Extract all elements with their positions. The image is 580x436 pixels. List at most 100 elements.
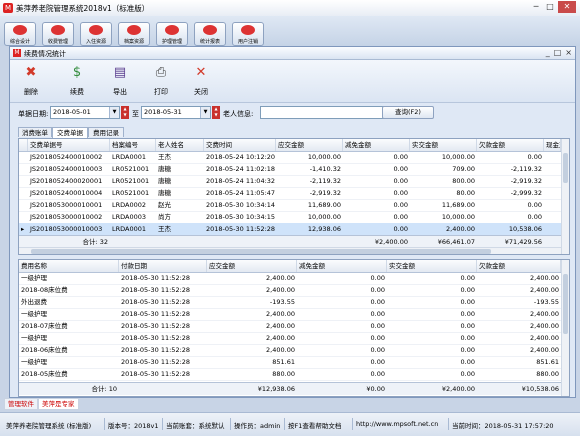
tab-fee-records[interactable]: 费用记录 bbox=[88, 127, 124, 137]
table-cell: 一级护理 bbox=[21, 358, 47, 366]
column-header[interactable]: 费用名称 bbox=[19, 260, 119, 272]
main-toolbar-button[interactable]: 护理管理 bbox=[156, 22, 188, 46]
table-cell: 0.00 bbox=[370, 310, 385, 318]
close-window-icon[interactable]: ✕ bbox=[558, 1, 576, 13]
table-cell: 2018-05-24 11:02:18 bbox=[206, 165, 276, 173]
column-header[interactable]: 减免金额 bbox=[297, 260, 387, 272]
table-cell: 10,000.00 bbox=[307, 153, 341, 161]
status-time: 当前时间：2018-05-31 17:57:20 bbox=[452, 422, 554, 430]
export-button[interactable]: ▤ 导出 bbox=[105, 64, 135, 100]
row-indicator-icon: ▸ bbox=[21, 225, 25, 233]
main-toolbar-button[interactable]: 综合设计 bbox=[4, 22, 36, 46]
main-toolbar-button[interactable]: 档案资源 bbox=[118, 22, 150, 46]
vertical-scrollbar[interactable] bbox=[561, 139, 569, 254]
column-header[interactable]: 档案编号 bbox=[110, 139, 156, 151]
table-cell: 880.00 bbox=[536, 370, 559, 378]
table-cell: 2018-08床位费 bbox=[21, 286, 68, 294]
column-header[interactable]: 付款日期 bbox=[119, 260, 207, 272]
window-maximize-icon[interactable]: □ bbox=[554, 47, 562, 59]
main-toolbar-button[interactable]: 入住资源 bbox=[80, 22, 112, 46]
table-cell: -1,410.32 bbox=[309, 165, 341, 173]
start-date-field[interactable]: 2018-05-01 ▼ bbox=[50, 106, 120, 119]
filter-bar: 单据日期: 2018-05-01 ▼ ▲ ▼ 至 2018-05-31 ▼ ▲ ▼ 老人… bbox=[10, 103, 575, 123]
table-cell: 2,400.00 bbox=[266, 334, 295, 342]
column-header[interactable]: 交费单据号 bbox=[28, 139, 110, 151]
elder-info-input[interactable] bbox=[260, 106, 386, 119]
table-cell bbox=[544, 175, 561, 187]
table-cell: 0.00 bbox=[370, 274, 385, 282]
table-cell: 2018-07床位费 bbox=[21, 322, 68, 330]
status-help: 按F1查看帮助文档 bbox=[288, 422, 342, 430]
column-header[interactable]: 应交金额 bbox=[207, 260, 297, 272]
table-cell: 2,400.00 bbox=[266, 286, 295, 294]
column-header[interactable]: 实交金额 bbox=[410, 139, 477, 151]
vertical-scrollbar[interactable] bbox=[561, 260, 569, 396]
table-cell bbox=[544, 151, 561, 163]
table-cell: 0.00 bbox=[393, 177, 408, 185]
main-toolbar-button[interactable]: 收费管理 bbox=[42, 22, 74, 46]
table-cell: 2,400.00 bbox=[530, 322, 559, 330]
table-cell: 0.00 bbox=[460, 346, 475, 354]
tab-management-software[interactable]: 管理软件 bbox=[4, 398, 38, 410]
status-version: 版本号：2018v1 bbox=[108, 422, 159, 430]
tab-payment-receipts[interactable]: 交费单据 bbox=[52, 127, 88, 138]
dropdown-arrow-icon[interactable]: ▼ bbox=[200, 107, 210, 118]
horizontal-scrollbar[interactable] bbox=[19, 247, 561, 254]
table-cell: -2,119.32 bbox=[510, 165, 542, 173]
table-cell: 一级护理 bbox=[21, 310, 47, 318]
table-cell: JS2018052400020001 bbox=[30, 177, 103, 185]
total-debt: ¥10,538.06 bbox=[521, 385, 559, 393]
table-cell: 2018-05-30 10:34:15 bbox=[206, 213, 276, 221]
column-header[interactable]: 应交金额 bbox=[276, 139, 343, 151]
table-cell: 2018-05-30 11:52:28 bbox=[121, 370, 191, 378]
window-minimize-icon[interactable]: _ bbox=[546, 47, 550, 59]
window-title-bar: M 续费情况统计 _ □ × bbox=[10, 47, 575, 60]
tab-meiping-expert[interactable]: 美萍是专家 bbox=[38, 398, 79, 410]
table-cell: JS2018052400010003 bbox=[30, 165, 103, 173]
end-date-spinner[interactable]: ▲ ▼ bbox=[212, 106, 220, 119]
maximize-icon[interactable]: □ bbox=[544, 1, 556, 13]
column-header[interactable]: 减免金额 bbox=[343, 139, 410, 151]
table-cell: -2,919.32 bbox=[309, 189, 341, 197]
table-cell: 0.00 bbox=[460, 298, 475, 306]
table-cell: 0.00 bbox=[393, 201, 408, 209]
table-cell: 0.00 bbox=[370, 298, 385, 306]
column-header[interactable]: 现金支付 bbox=[544, 139, 561, 151]
table-row[interactable]: 2018-05床位费 2018-05-30 11:52:28 880.00 0.00 0… bbox=[19, 368, 561, 381]
tab-consumption-bills[interactable]: 消费账单 bbox=[18, 127, 52, 137]
print-button[interactable]: ⎙ 打印 bbox=[146, 64, 176, 100]
table-cell: 2,400.00 bbox=[530, 286, 559, 294]
elder-info-label: 老人信息: bbox=[223, 110, 254, 118]
table-cell: 80.00 bbox=[456, 189, 475, 197]
table-cell bbox=[544, 199, 561, 211]
renew-button[interactable]: $ 续费 bbox=[62, 64, 92, 100]
window-toolbar: ✖ 删除 $ 续费 ▤ 导出 ⎙ 打印 ✕ 关闭 bbox=[10, 60, 575, 103]
window-close-icon[interactable]: × bbox=[565, 47, 572, 59]
table-cell: 2018-05-30 11:52:28 bbox=[121, 298, 191, 306]
main-toolbar-button[interactable]: 统计报表 bbox=[194, 22, 226, 46]
query-button[interactable]: 查询(F2) bbox=[382, 106, 434, 119]
column-header[interactable]: 老人姓名 bbox=[156, 139, 204, 151]
delete-icon: ✖ bbox=[25, 65, 37, 80]
table-cell: 2,400.00 bbox=[530, 310, 559, 318]
status-url[interactable]: http://www.mpsoft.net.cn bbox=[356, 420, 438, 428]
fee-details-grid: 费用名称 付款日期 应交金额 减免金额 实交金额 欠款金额 一级护理 2018-0… bbox=[18, 259, 570, 397]
minimize-icon[interactable]: ─ bbox=[530, 1, 542, 13]
column-header[interactable]: 交费时间 bbox=[204, 139, 276, 151]
close-button[interactable]: ✕ 关闭 bbox=[186, 64, 216, 100]
table-cell: 880.00 bbox=[272, 370, 295, 378]
payment-receipts-grid: 交费单据号 档案编号 老人姓名 交费时间 应交金额 减免金额 实交金额 欠款金额… bbox=[18, 138, 570, 255]
table-cell: LRDA0003 bbox=[112, 213, 147, 221]
table-cell: 0.00 bbox=[393, 153, 408, 161]
column-header[interactable]: 欠款金额 bbox=[477, 139, 544, 151]
dropdown-arrow-icon[interactable]: ▼ bbox=[109, 107, 119, 118]
start-date-spinner[interactable]: ▲ ▼ bbox=[121, 106, 129, 119]
table-cell: 0.00 bbox=[370, 334, 385, 342]
column-header[interactable]: 欠款金额 bbox=[477, 260, 561, 272]
end-date-field[interactable]: 2018-05-31 ▼ bbox=[141, 106, 211, 119]
column-header[interactable]: 实交金额 bbox=[387, 260, 477, 272]
main-toolbar-button[interactable]: 用户注销 bbox=[232, 22, 264, 46]
renewal-stats-window: M 续费情况统计 _ □ × ✖ 删除 $ 续费 ▤ 导出 ⎙ 打印 ✕ 关闭 bbox=[9, 46, 576, 398]
delete-button[interactable]: ✖ 删除 bbox=[16, 64, 46, 100]
table-cell: 2,400.00 bbox=[530, 346, 559, 354]
